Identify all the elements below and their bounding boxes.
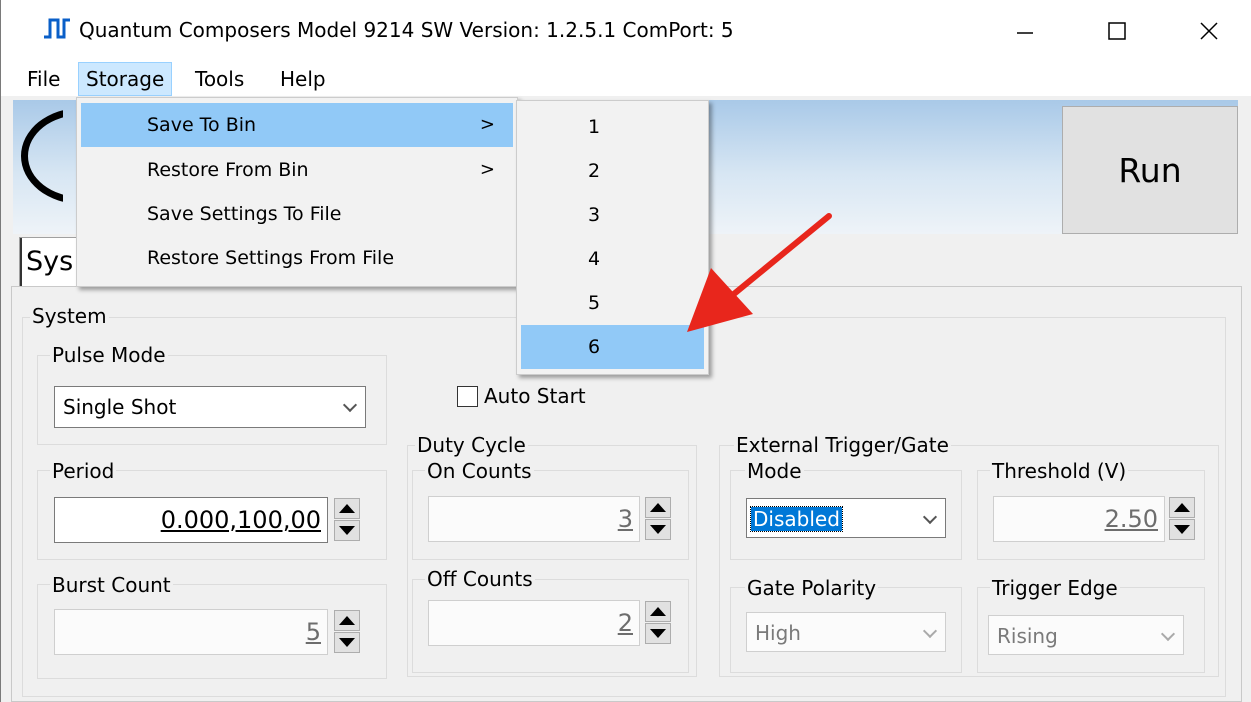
menu-item-save-to-bin[interactable]: Save To Bin >: [81, 103, 513, 147]
pulse-mode-label: Pulse Mode: [50, 343, 168, 367]
menu-help[interactable]: Help: [273, 62, 333, 96]
menu-item-label: Save Settings To File: [147, 203, 342, 225]
on-counts-value: 3: [617, 505, 633, 533]
menu-tools[interactable]: Tools: [188, 62, 251, 96]
off-counts-field[interactable]: 2: [428, 600, 640, 646]
spin-down-icon[interactable]: [334, 632, 360, 653]
menu-item-restore-from-bin[interactable]: Restore From Bin >: [81, 148, 513, 192]
spin-up-icon[interactable]: [334, 498, 360, 519]
threshold-field[interactable]: 2.50: [993, 496, 1165, 542]
duty-cycle-label: Duty Cycle: [415, 433, 528, 457]
bin-item-3[interactable]: 3: [521, 193, 704, 237]
off-counts-spinner[interactable]: [645, 601, 671, 645]
spin-down-icon[interactable]: [1169, 519, 1195, 540]
spin-down-icon[interactable]: [645, 623, 671, 644]
storage-menu: Save To Bin > Restore From Bin > Save Se…: [76, 97, 518, 287]
pulse-mode-value: Single Shot: [63, 395, 177, 419]
bin-item-4[interactable]: 4: [521, 237, 704, 281]
pulse-mode-dropdown[interactable]: Single Shot: [54, 386, 366, 428]
bin-item-5[interactable]: 5: [521, 281, 704, 325]
gate-polarity-value: High: [755, 621, 801, 645]
threshold-label: Threshold (V): [990, 459, 1129, 483]
spin-up-icon[interactable]: [1169, 497, 1195, 518]
gate-polarity-label: Gate Polarity: [745, 576, 879, 600]
burst-count-field[interactable]: 5: [54, 609, 328, 655]
spin-down-icon[interactable]: [334, 520, 360, 541]
threshold-spinner[interactable]: [1169, 497, 1195, 541]
system-group-label: System: [30, 304, 109, 328]
trigger-edge-dropdown[interactable]: Rising: [988, 615, 1184, 655]
bin-item-6[interactable]: 6: [521, 325, 704, 369]
mode-value: Disabled: [750, 506, 843, 532]
on-counts-field[interactable]: 3: [428, 496, 640, 542]
burst-count-label: Burst Count: [50, 573, 173, 597]
chevron-down-icon: [342, 397, 358, 413]
minimize-button[interactable]: [979, 0, 1071, 62]
off-counts-label: Off Counts: [425, 567, 535, 591]
period-field[interactable]: 0.000,100,00: [54, 497, 328, 543]
mode-label: Mode: [745, 459, 804, 483]
menu-item-label: Restore From Bin: [147, 159, 309, 181]
pulse-app-icon: [44, 18, 70, 39]
chevron-down-icon: [922, 509, 938, 525]
mode-dropdown[interactable]: Disabled: [746, 498, 946, 538]
maximize-button[interactable]: [1071, 0, 1163, 62]
threshold-value: 2.50: [1104, 505, 1158, 533]
minimize-icon: [1017, 32, 1033, 34]
bin-item-2[interactable]: 2: [521, 149, 704, 193]
maximize-icon: [1108, 22, 1126, 40]
bin-item-1[interactable]: 1: [521, 105, 704, 149]
window-title: Quantum Composers Model 9214 SW Version:…: [79, 18, 734, 42]
chevron-down-icon: [1160, 626, 1176, 642]
period-value: 0.000,100,00: [160, 506, 321, 534]
close-button[interactable]: [1163, 0, 1251, 62]
period-spinner[interactable]: [334, 498, 360, 542]
on-counts-spinner[interactable]: [645, 497, 671, 541]
trigger-edge-label: Trigger Edge: [990, 576, 1120, 600]
spin-up-icon[interactable]: [645, 601, 671, 622]
gate-polarity-dropdown[interactable]: High: [746, 612, 946, 652]
run-button[interactable]: Run: [1062, 106, 1238, 234]
submenu-arrow-icon: >: [479, 159, 495, 180]
app-window: Quantum Composers Model 9214 SW Version:…: [0, 0, 1251, 702]
spin-up-icon[interactable]: [645, 497, 671, 518]
period-label: Period: [50, 459, 117, 483]
burst-count-value: 5: [305, 618, 321, 646]
menu-item-save-settings-to-file[interactable]: Save Settings To File: [81, 192, 513, 236]
menu-item-restore-settings-from-file[interactable]: Restore Settings From File: [81, 236, 513, 280]
menu-file[interactable]: File: [20, 62, 67, 96]
spin-down-icon[interactable]: [645, 519, 671, 540]
annotation-arrow-icon: [687, 213, 832, 332]
auto-start-checkbox[interactable]: [457, 386, 478, 407]
close-icon: [1200, 22, 1218, 40]
off-counts-value: 2: [617, 609, 633, 637]
submenu-arrow-icon: >: [479, 114, 495, 135]
external-trigger-label: External Trigger/Gate: [734, 433, 951, 457]
trigger-edge-value: Rising: [997, 624, 1058, 648]
menu-item-label: Save To Bin: [147, 114, 257, 136]
chevron-down-icon: [922, 623, 938, 639]
on-counts-label: On Counts: [425, 459, 534, 483]
menu-storage[interactable]: Storage: [78, 62, 173, 96]
burst-count-spinner[interactable]: [334, 610, 360, 654]
auto-start-label: Auto Start: [484, 384, 586, 408]
menu-item-label: Restore Settings From File: [147, 247, 395, 269]
spin-up-icon[interactable]: [334, 610, 360, 631]
